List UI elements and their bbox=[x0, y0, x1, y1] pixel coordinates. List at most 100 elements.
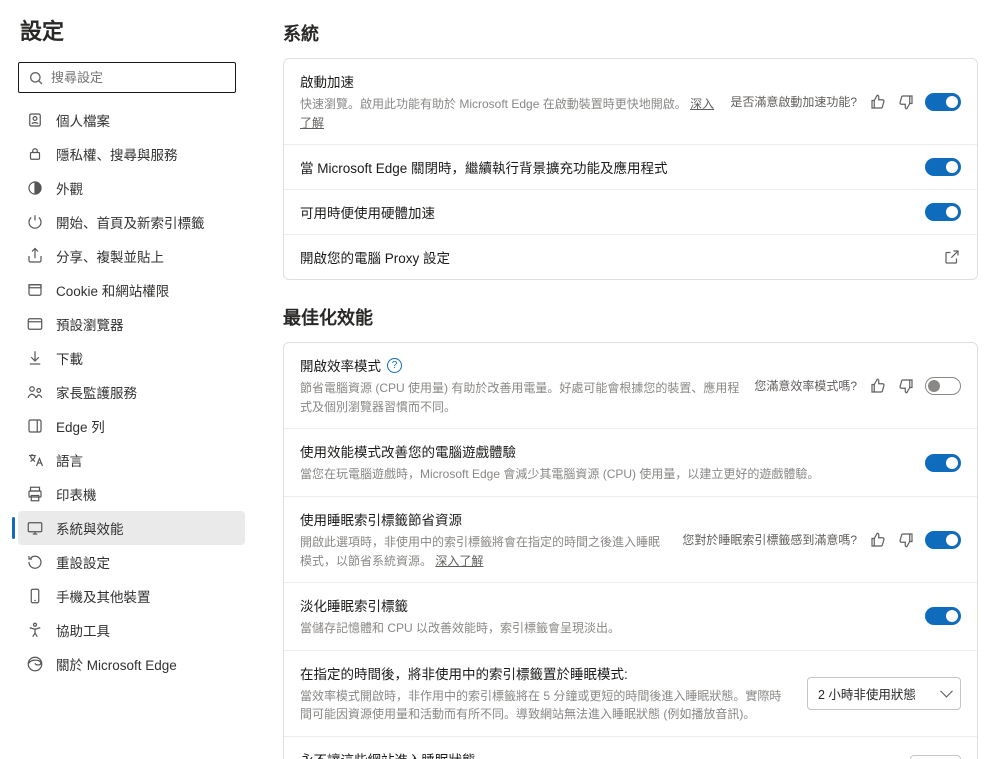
sidebar-item-label: 重設設定 bbox=[56, 552, 110, 572]
row-sleeping-tabs: 使用睡眠索引標籤節省資源 開啟此選項時，非使用中的索引標籤將會在指定的時間之後進… bbox=[284, 496, 977, 582]
sidebar-item-default-browser[interactable]: 預設瀏覽器 bbox=[18, 307, 245, 341]
row-fade-sleeping-tabs: 淡化睡眠索引標籤 當儲存記憶體和 CPU 以改善效能時，索引標籤會呈現淡出。 bbox=[284, 582, 977, 650]
row-title: 可用時便使用硬體加速 bbox=[300, 202, 911, 222]
row-desc: 快速瀏覽。啟用此功能有助於 Microsoft Edge 在啟動裝置時更快地開啟… bbox=[300, 95, 716, 132]
sidebar-item-label: 開始、首頁及新索引標籤 bbox=[56, 212, 205, 232]
row-title: 開啟您的電腦 Proxy 設定 bbox=[300, 247, 929, 267]
feedback-label: 您滿意效率模式嗎? bbox=[754, 377, 857, 394]
row-proxy-settings[interactable]: 開啟您的電腦 Proxy 設定 bbox=[284, 234, 977, 279]
cookies-icon bbox=[26, 281, 44, 299]
edge-icon bbox=[26, 655, 44, 673]
toggle-startup-boost[interactable] bbox=[925, 93, 961, 111]
sidebar-item-label: 隱私權、搜尋與服務 bbox=[56, 144, 178, 164]
row-title: 淡化睡眠索引標籤 bbox=[300, 595, 911, 615]
sidebar-item-label: 協助工具 bbox=[56, 620, 110, 640]
search-input[interactable] bbox=[18, 62, 236, 93]
sidebar-item-label: 手機及其他裝置 bbox=[56, 586, 151, 606]
card-system: 啟動加速 快速瀏覽。啟用此功能有助於 Microsoft Edge 在啟動裝置時… bbox=[283, 58, 978, 280]
toggle-background-apps[interactable] bbox=[925, 158, 961, 176]
sidebar-item-system[interactable]: 系統與效能 bbox=[18, 511, 245, 545]
sidebar-item-profile[interactable]: 個人檔案 bbox=[18, 103, 245, 137]
thumbs-up-icon[interactable] bbox=[869, 93, 887, 111]
feedback-label: 您對於睡眠索引標籤感到滿意嗎? bbox=[682, 531, 857, 548]
sidebar-item-downloads[interactable]: 下載 bbox=[18, 341, 245, 375]
sidebar-item-phone[interactable]: 手機及其他裝置 bbox=[18, 579, 245, 613]
toggle-sleeping-tabs[interactable] bbox=[925, 531, 961, 549]
phone-icon bbox=[26, 587, 44, 605]
sidebar-item-label: Edge 列 bbox=[56, 416, 105, 436]
sidebar-item-label: 家長監護服務 bbox=[56, 382, 137, 402]
family-icon bbox=[26, 383, 44, 401]
thumbs-up-icon[interactable] bbox=[869, 377, 887, 395]
edge-bar-icon bbox=[26, 417, 44, 435]
row-desc: 節省電腦資源 (CPU 使用量) 有助於改善用電量。好處可能會根據您的裝置、應用… bbox=[300, 379, 740, 416]
thumbs-up-icon[interactable] bbox=[869, 531, 887, 549]
learn-more-link[interactable]: 深入了解 bbox=[435, 554, 483, 568]
card-performance: 開啟效率模式 ? 節省電腦資源 (CPU 使用量) 有助於改善用電量。好處可能會… bbox=[283, 342, 978, 759]
sidebar-item-label: 關於 Microsoft Edge bbox=[56, 654, 177, 674]
system-icon bbox=[26, 519, 44, 537]
row-desc: 當您在玩電腦遊戲時，Microsoft Edge 會減少其電腦資源 (CPU) … bbox=[300, 465, 911, 484]
sidebar-item-accessibility[interactable]: 協助工具 bbox=[18, 613, 245, 647]
thumbs-down-icon[interactable] bbox=[897, 531, 915, 549]
sidebar-item-reset[interactable]: 重設設定 bbox=[18, 545, 245, 579]
thumbs-down-icon[interactable] bbox=[897, 377, 915, 395]
row-title: 啟動加速 bbox=[300, 71, 716, 91]
row-gaming-mode: 使用效能模式改善您的電腦遊戲體驗 當您在玩電腦遊戲時，Microsoft Edg… bbox=[284, 428, 977, 496]
sidebar-item-label: Cookie 和網站權限 bbox=[56, 280, 169, 300]
sidebar-item-label: 語言 bbox=[56, 450, 83, 470]
power-icon bbox=[26, 213, 44, 231]
row-desc: 當效率模式開啟時，非作用中的索引標籤將在 5 分鐘或更短的時間後進入睡眠狀態。實… bbox=[300, 687, 793, 724]
page-title: 設定 bbox=[20, 14, 245, 46]
row-title: 使用效能模式改善您的電腦遊戲體驗 bbox=[300, 441, 911, 461]
search-icon bbox=[28, 70, 44, 86]
share-icon bbox=[26, 247, 44, 265]
row-title: 永不讓這些網站進入睡眠狀態 bbox=[300, 749, 896, 759]
sidebar-item-cookies[interactable]: Cookie 和網站權限 bbox=[18, 273, 245, 307]
sidebar-nav: 個人檔案 隱私權、搜尋與服務 外觀 開始、首頁及新索引標籤 分享、複製並貼上 C… bbox=[18, 103, 245, 681]
accessibility-icon bbox=[26, 621, 44, 639]
row-background-apps: 當 Microsoft Edge 關閉時，繼續執行背景擴充功能及應用程式 bbox=[284, 144, 977, 189]
row-never-sleep-sites: 永不讓這些網站進入睡眠狀態 這也會將網站排除在其他效能優化之外，例如捨棄的索引標… bbox=[284, 736, 977, 759]
toggle-efficiency-mode[interactable] bbox=[925, 377, 961, 395]
toggle-hardware-acceleration[interactable] bbox=[925, 203, 961, 221]
row-title: 在指定的時間後，將非使用中的索引標籤置於睡眠模式: bbox=[300, 663, 793, 683]
toggle-fade-sleeping-tabs[interactable] bbox=[925, 607, 961, 625]
sidebar-item-appearance[interactable]: 外觀 bbox=[18, 171, 245, 205]
sidebar-item-start[interactable]: 開始、首頁及新索引標籤 bbox=[18, 205, 245, 239]
row-title: 開啟效率模式 ? bbox=[300, 355, 740, 375]
sidebar-item-label: 印表機 bbox=[56, 484, 97, 504]
sidebar-item-label: 分享、複製並貼上 bbox=[56, 246, 164, 266]
row-desc: 開啟此選項時，非使用中的索引標籤將會在指定的時間之後進入睡眠模式，以節省系統資源… bbox=[300, 533, 668, 570]
toggle-gaming-mode[interactable] bbox=[925, 454, 961, 472]
row-sleep-timer: 在指定的時間後，將非使用中的索引標籤置於睡眠模式: 當效率模式開啟時，非作用中的… bbox=[284, 650, 977, 736]
language-icon bbox=[26, 451, 44, 469]
sidebar-item-share[interactable]: 分享、複製並貼上 bbox=[18, 239, 245, 273]
thumbs-down-icon[interactable] bbox=[897, 93, 915, 111]
row-title: 使用睡眠索引標籤節省資源 bbox=[300, 509, 668, 529]
heading-system: 系統 bbox=[283, 20, 978, 46]
browser-icon bbox=[26, 315, 44, 333]
sidebar-item-label: 個人檔案 bbox=[56, 110, 110, 130]
row-efficiency-mode: 開啟效率模式 ? 節省電腦資源 (CPU 使用量) 有助於改善用電量。好處可能會… bbox=[284, 343, 977, 428]
sidebar-item-about[interactable]: 關於 Microsoft Edge bbox=[18, 647, 245, 681]
sidebar-item-label: 預設瀏覽器 bbox=[56, 314, 124, 334]
help-icon[interactable]: ? bbox=[387, 358, 402, 373]
sidebar-item-label: 外觀 bbox=[56, 178, 83, 198]
profile-icon bbox=[26, 111, 44, 129]
sidebar-item-privacy[interactable]: 隱私權、搜尋與服務 bbox=[18, 137, 245, 171]
external-link-icon bbox=[943, 248, 961, 266]
lock-icon bbox=[26, 145, 44, 163]
main-content: 系統 啟動加速 快速瀏覽。啟用此功能有助於 Microsoft Edge 在啟動… bbox=[255, 0, 1000, 759]
sidebar-item-edge-bar[interactable]: Edge 列 bbox=[18, 409, 245, 443]
sidebar-item-family[interactable]: 家長監護服務 bbox=[18, 375, 245, 409]
sidebar-item-printers[interactable]: 印表機 bbox=[18, 477, 245, 511]
reset-icon bbox=[26, 553, 44, 571]
sleep-timer-dropdown[interactable]: 2 小時非使用狀態 bbox=[807, 677, 961, 710]
heading-performance: 最佳化效能 bbox=[283, 304, 978, 330]
row-title: 當 Microsoft Edge 關閉時，繼續執行背景擴充功能及應用程式 bbox=[300, 157, 911, 177]
row-startup-boost: 啟動加速 快速瀏覽。啟用此功能有助於 Microsoft Edge 在啟動裝置時… bbox=[284, 59, 977, 144]
row-hardware-acceleration: 可用時便使用硬體加速 bbox=[284, 189, 977, 234]
add-site-button[interactable]: 新增 bbox=[910, 755, 961, 759]
sidebar-item-languages[interactable]: 語言 bbox=[18, 443, 245, 477]
